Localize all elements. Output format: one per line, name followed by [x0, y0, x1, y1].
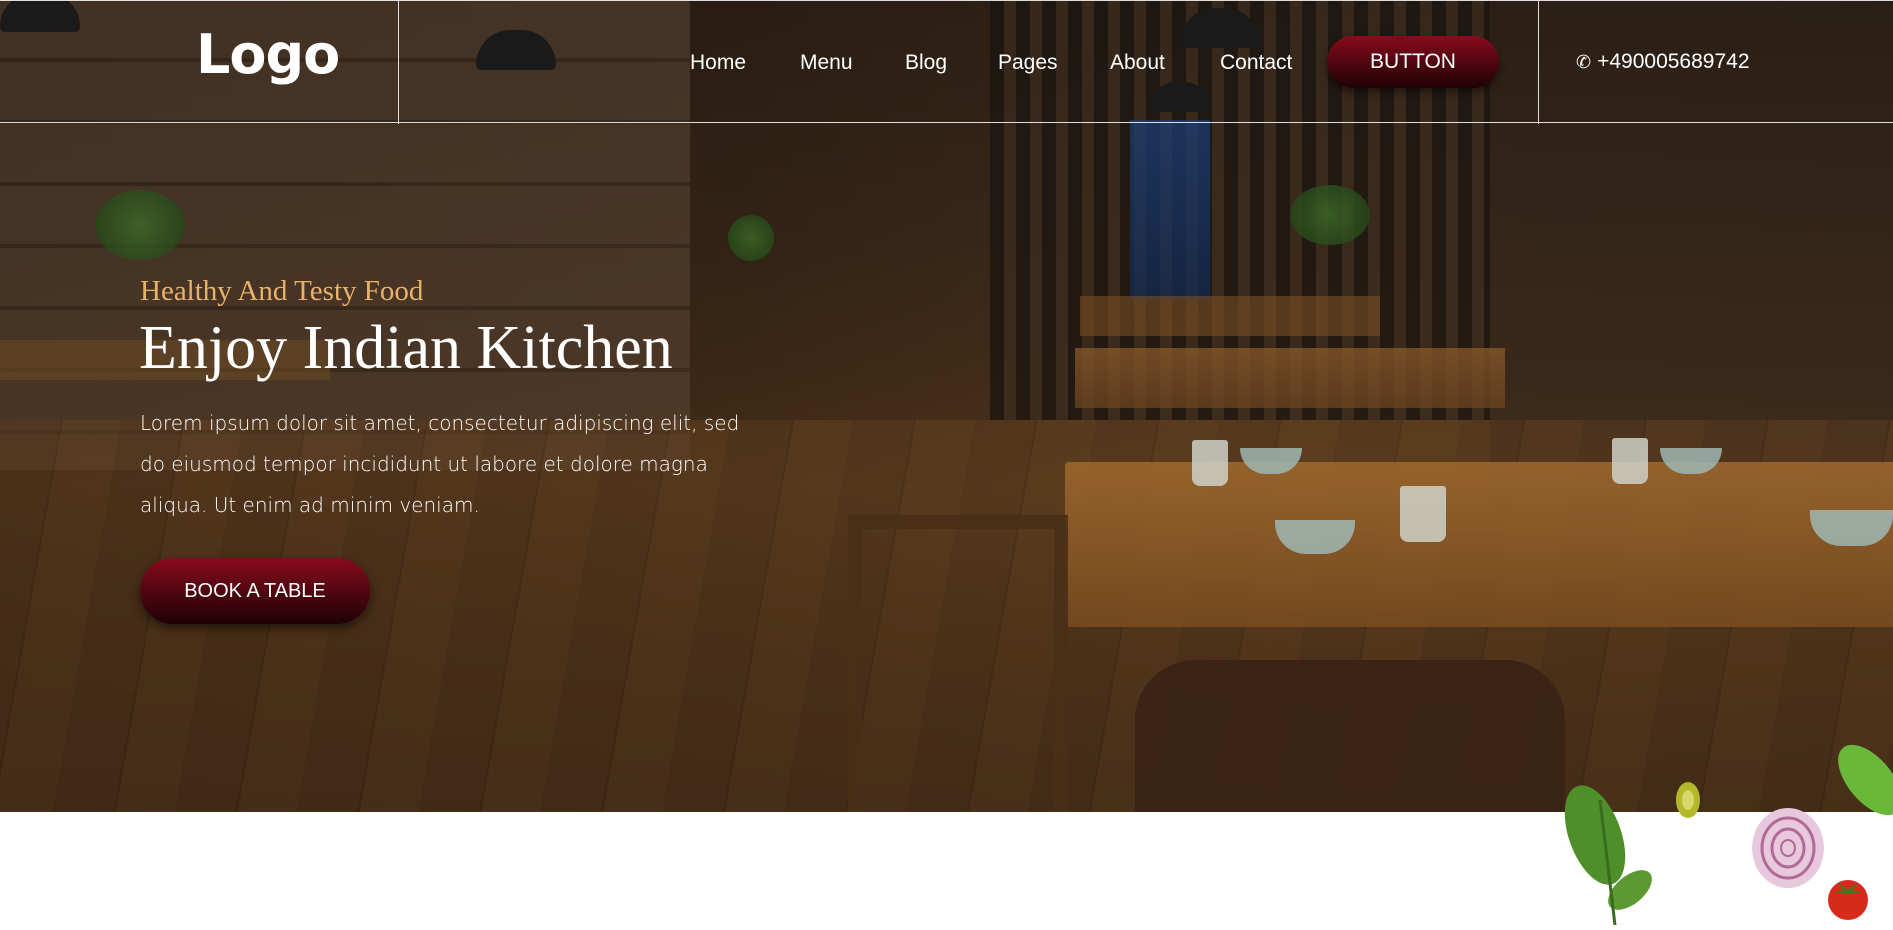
vegetables-decoration: [1564, 744, 1893, 926]
header-divider: [1538, 1, 1539, 124]
hero-plant: [728, 215, 774, 261]
hero-plant: [1290, 185, 1370, 245]
header-button[interactable]: BUTTON: [1327, 36, 1499, 88]
hero-window: [1130, 120, 1210, 300]
hero-chair-front: [1135, 660, 1565, 812]
hero-description: Lorem ipsum dolor sit amet, consectetur …: [140, 411, 740, 517]
site-logo[interactable]: Logo: [196, 23, 340, 86]
hero-cup: [1612, 438, 1648, 484]
hero-cup: [1400, 486, 1446, 542]
phone-number: +490005689742: [1597, 50, 1750, 73]
hero-tagline: Healthy And Testy Food: [140, 275, 424, 307]
hero-table-mid: [1075, 348, 1505, 408]
leaf-icon: [1838, 744, 1893, 816]
phone-contact[interactable]: ✆ +490005689742: [1576, 50, 1750, 74]
nav-about[interactable]: About: [1110, 51, 1165, 75]
phone-icon: ✆: [1576, 51, 1592, 72]
book-table-button[interactable]: BOOK A TABLE: [140, 558, 370, 624]
hero-cup: [1192, 440, 1228, 486]
hero-title: Enjoy Indian Kitchen: [139, 314, 673, 382]
nav-menu[interactable]: Menu: [800, 51, 853, 75]
hero-table-far: [1080, 296, 1380, 336]
site-header: Logo Home Menu Blog Pages About Contact …: [0, 0, 1893, 124]
onion-icon: [1752, 808, 1824, 888]
lime-icon: [1676, 782, 1700, 818]
header-divider: [398, 1, 399, 124]
nav-blog[interactable]: Blog: [905, 51, 947, 75]
hero-table-front: [1065, 462, 1893, 627]
basil-icon: [1564, 785, 1652, 926]
hero-chair-left: [848, 515, 1068, 812]
hero-plant: [95, 190, 185, 260]
nav-home[interactable]: Home: [690, 51, 746, 75]
nav-contact[interactable]: Contact: [1220, 51, 1292, 75]
nav-pages[interactable]: Pages: [998, 51, 1058, 75]
tomato-icon: [1828, 880, 1868, 920]
